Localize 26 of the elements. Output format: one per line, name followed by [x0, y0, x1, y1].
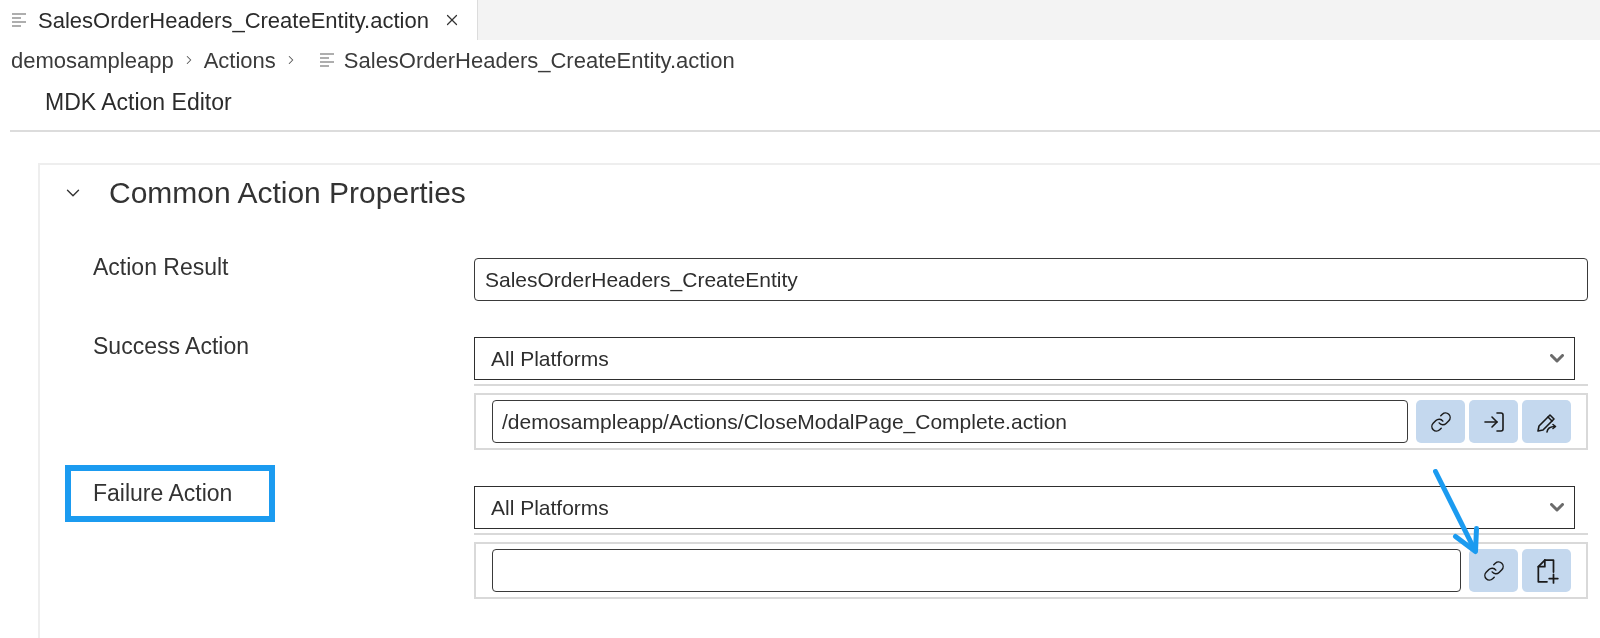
chevron-down-icon [1550, 354, 1564, 363]
link-icon [1429, 410, 1452, 433]
path-field[interactable] [492, 549, 1461, 592]
edit-button[interactable] [1522, 400, 1571, 443]
breadcrumb-item[interactable]: SalesOrderHeaders_CreateEntity.action [343, 43, 735, 77]
breadcrumb-item[interactable]: Actions [203, 43, 276, 77]
editor-tab[interactable]: SalesOrderHeaders_CreateEntity.action [0, 0, 478, 40]
text-field[interactable]: SalesOrderHeaders_CreateEntity [474, 258, 1588, 301]
import-button[interactable] [1469, 400, 1518, 443]
link-button[interactable] [1416, 400, 1465, 443]
text-lines-icon [319, 53, 334, 67]
property-label: Failure Action [93, 479, 233, 508]
path-field[interactable]: /demosampleapp/Actions/CloseModalPage_Complete.action [492, 400, 1408, 443]
editor-title: MDK Action Editor [45, 88, 232, 117]
platform-dropdown[interactable]: All Platforms [474, 337, 1575, 380]
property-label: Action Result [93, 253, 229, 281]
platform-dropdown[interactable]: All Platforms [474, 486, 1575, 529]
link-icon [1482, 559, 1505, 582]
chevron-down-icon [1550, 503, 1564, 512]
breadcrumb-item[interactable]: demosampleapp [11, 43, 174, 77]
property-label: Success Action [93, 332, 249, 360]
new-file-button[interactable] [1522, 549, 1571, 592]
section-title: Common Action Properties [109, 175, 466, 211]
text-lines-icon [12, 13, 26, 27]
link-button[interactable] [1469, 549, 1518, 592]
arrow-into-bracket-icon [1481, 409, 1506, 434]
